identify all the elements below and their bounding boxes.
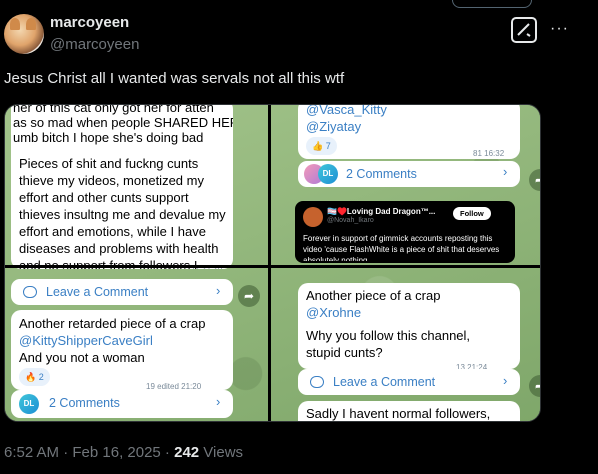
image-divider	[5, 265, 540, 268]
message-line: umb bitch I hope she's doing bad	[13, 130, 204, 145]
embedded-post-card[interactable]: 🏳️‍⚧️♥️Loving Dad Dragon™... @Novah_Ikar…	[295, 201, 515, 263]
post-footer: 6:52 AM · Feb 16, 2025 · 242 Views	[4, 444, 243, 461]
grok-slash-icon	[517, 23, 531, 37]
message-line: And you not a woman	[19, 350, 145, 365]
display-name[interactable]: marcoyeen	[50, 14, 129, 31]
avatar	[303, 207, 323, 227]
message-text: Why you follow this channel, stupid cunt…	[306, 328, 471, 360]
card-name: 🏳️‍⚧️♥️Loving Dad Dragon™...	[327, 207, 436, 216]
avatar: DL	[318, 164, 338, 184]
message-bubble: Sadly I havent normal followers, only st…	[298, 401, 520, 421]
fire-icon: 🔥	[25, 372, 37, 382]
comments-button[interactable]: DL 2 Comments ›	[298, 161, 520, 187]
message-bubble: Another retarded piece of a crap @KittyS…	[11, 310, 233, 391]
grok-icon[interactable]	[511, 17, 537, 43]
leave-comment-label: Leave a Comment	[333, 375, 436, 389]
reaction-badge[interactable]: 👍 7	[306, 137, 337, 155]
chevron-right-icon: ›	[503, 164, 508, 179]
chevron-right-icon: ›	[216, 394, 221, 409]
avatar[interactable]	[4, 14, 44, 54]
top-pill	[452, 0, 532, 8]
comments-label: 2 Comments	[346, 167, 417, 181]
leave-comment-label: Leave a Comment	[46, 285, 149, 299]
chevron-right-icon: ›	[503, 373, 508, 388]
avatar: DL	[19, 394, 39, 414]
media-image[interactable]: her of this cat only got her for atten a…	[4, 104, 541, 422]
thumbs-up-icon: 👍	[312, 141, 324, 151]
timestamp[interactable]: 6:52 AM · Feb 16, 2025 ·	[4, 444, 174, 461]
message-bubble: @Vasca_Kitty @Ziyatay 👍 7 81 16:32	[298, 105, 520, 159]
comment-icon	[23, 286, 37, 298]
user-handle[interactable]: @marcoyeen	[50, 36, 139, 53]
message-bubble: Another piece of a crap @Xrohne Why you …	[298, 283, 520, 372]
message-meta: 81 16:32	[473, 149, 505, 158]
share-icon[interactable]: ➦	[238, 285, 260, 307]
views-label: Views	[199, 444, 244, 461]
message-bubble: her of this cat only got her for atten a…	[11, 105, 233, 269]
reaction-count: 2	[38, 372, 44, 382]
follow-button[interactable]: Follow	[453, 207, 491, 220]
leave-comment-button[interactable]: Leave a Comment ›	[11, 279, 233, 305]
tweet-text: Jesus Christ all I wanted was servals no…	[4, 70, 345, 87]
card-text: Forever in support of gimmick accounts r…	[303, 234, 500, 261]
message-text: Pieces of shit and fuckng cunts thieve m…	[19, 156, 226, 269]
comments-label: 2 Comments	[49, 396, 120, 410]
more-icon[interactable]: ···	[550, 20, 569, 38]
card-handle: @Novah_Ikaro	[327, 217, 374, 224]
message-text: Sadly I havent normal followers, only st…	[306, 406, 491, 421]
reaction-badge[interactable]: 🔥 2	[19, 368, 50, 386]
mention-link[interactable]: @Xrohne	[306, 304, 361, 321]
mention-link[interactable]: @KittyShipperCaveGirl	[19, 332, 153, 349]
mention-link[interactable]: @Vasca_Kitty	[306, 105, 387, 118]
mention-link[interactable]: @Ziyatay	[306, 118, 361, 135]
share-icon[interactable]: ➦	[529, 169, 540, 191]
message-line: Another piece of a crap	[306, 288, 441, 303]
share-icon[interactable]: ➦	[529, 375, 540, 397]
views-count: 242	[174, 444, 200, 461]
leave-comment-button[interactable]: Leave a Comment ›	[298, 369, 520, 395]
chevron-right-icon: ›	[216, 283, 221, 298]
comment-icon	[310, 376, 324, 388]
image-divider	[268, 105, 271, 421]
comments-button[interactable]: DL 2 Comments ›	[11, 390, 233, 418]
reaction-count: 7	[325, 141, 331, 151]
message-line: Another retarded piece of a crap	[19, 316, 206, 331]
